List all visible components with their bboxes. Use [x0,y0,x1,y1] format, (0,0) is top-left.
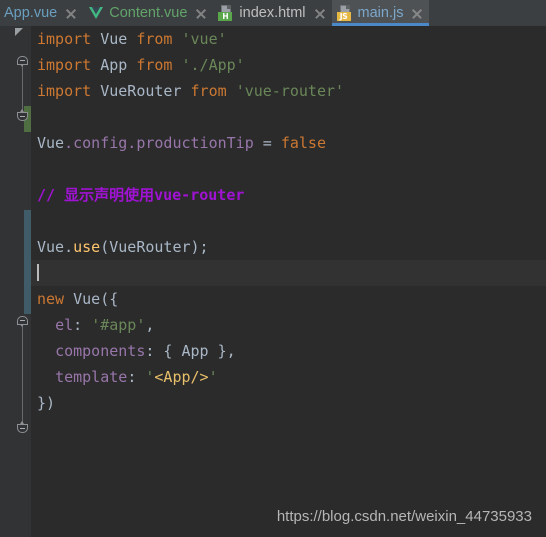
code-token: : { [145,342,182,360]
js-file-icon: JS [336,5,353,21]
code-editor[interactable]: import Vue from 'vue' import App from './… [0,26,546,537]
code-token: }) [37,394,56,412]
code-token: components [55,342,146,360]
code-token: ( [100,238,110,256]
code-line[interactable] [31,104,546,130]
code-token: App [181,342,209,360]
file-type-badge: H [218,12,233,21]
close-icon[interactable] [410,7,423,20]
code-token: 'vue-router' [235,82,345,100]
code-token: ({ [100,290,119,308]
fold-toggle-imports-end[interactable] [17,109,28,123]
editor-tab-label: main.js [357,5,404,21]
code-token: import [37,82,101,100]
code-token: Vue [73,290,101,308]
code-token: import [37,56,101,74]
fold-toggle-newvue-start[interactable] [17,316,28,327]
editor-tab-index-html[interactable]: Hindex.html [213,0,332,26]
vue-icon [88,5,104,21]
code-token: VueRouter [100,82,182,100]
editor-tab-content-vue[interactable]: Content.vue [83,0,214,26]
close-icon[interactable] [64,7,77,20]
code-token: Vue [37,238,65,256]
code-line[interactable]: Vue.use(VueRouter); [31,234,546,260]
scroll-to-top-arrow-icon [15,28,23,36]
code-line[interactable]: Vue.config.productionTip = false [31,130,546,156]
code-text-area[interactable]: import Vue from 'vue' import App from './… [31,26,546,537]
code-token: : [73,316,92,334]
code-token: App [100,56,128,74]
code-line[interactable]: import Vue from 'vue' [31,26,546,52]
code-line[interactable]: import VueRouter from 'vue-router' [31,78,546,104]
editor-tab-app-vue[interactable]: App.vue [0,0,84,26]
code-token: <App/> [154,368,209,386]
code-token: : [127,368,146,386]
close-icon[interactable] [194,7,207,20]
code-line[interactable] [31,260,546,286]
code-line[interactable]: template: '<App/>' [31,364,546,390]
fold-region-line-newvue [22,322,23,428]
code-token: from [136,56,173,74]
editor-tab-bar: App.vue Content.vue Hindex.html JS main.js [0,0,546,26]
code-token: = [253,134,281,152]
fold-toggle-imports-start[interactable] [17,56,28,67]
code-token: . [64,238,74,256]
code-line[interactable]: import App from './App' [31,52,546,78]
code-token: from [190,82,227,100]
code-line[interactable]: new Vue({ [31,286,546,312]
code-token: .config.productionTip [64,134,254,152]
code-token: VueRouter [109,238,191,256]
code-token: // 显示声明使用vue-router [37,186,245,204]
code-token: use [73,238,101,256]
html-file-icon: H [218,5,234,21]
editor-gutter[interactable] [0,26,31,537]
code-token: new [37,290,74,308]
code-token: 'vue' [181,30,227,48]
code-token: false [280,134,326,152]
code-line[interactable] [31,208,546,234]
file-type-badge: JS [336,12,351,21]
code-token: }, [208,342,236,360]
editor-tab-main-js[interactable]: JS main.js [331,0,430,26]
code-token: from [136,30,173,48]
code-line[interactable]: }) [31,390,546,416]
code-token: Vue [100,30,128,48]
code-token: './App' [181,56,245,74]
editor-tab-label: Content.vue [109,5,188,21]
change-marker-modified[interactable] [24,210,31,314]
code-token: ' [208,368,218,386]
code-line[interactable]: el: '#app', [31,312,546,338]
code-token: template [55,368,128,386]
code-token: ); [190,238,209,256]
editor-tab-label: App.vue [4,5,58,21]
code-token: , [145,316,155,334]
text-cursor [37,264,39,281]
fold-toggle-newvue-end[interactable] [17,421,28,435]
close-icon[interactable] [313,7,326,20]
code-token: Vue [37,134,65,152]
code-token: el [55,316,74,334]
code-token: import [37,30,101,48]
code-token: '#app' [91,316,146,334]
watermark-text: https://blog.csdn.net/weixin_44735933 [276,508,532,525]
code-line[interactable]: // 显示声明使用vue-router [31,182,546,208]
code-line[interactable] [31,156,546,182]
editor-tab-label: index.html [239,5,306,21]
code-line[interactable]: components: { App }, [31,338,546,364]
